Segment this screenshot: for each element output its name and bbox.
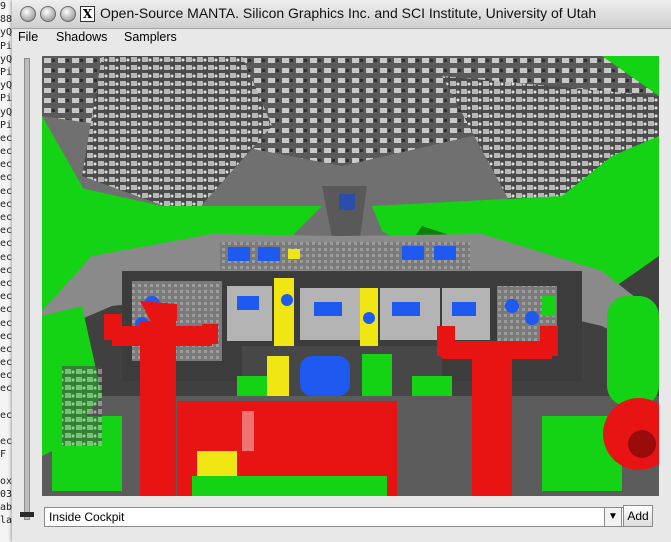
- add-camera-button[interactable]: Add: [623, 505, 653, 527]
- terminal-line: la: [0, 515, 12, 527]
- terminal-line: ec: [0, 132, 12, 144]
- terminal-line: ec: [0, 212, 12, 223]
- mode-control-panel: [220, 242, 470, 270]
- terminal-line: ec: [0, 343, 12, 355]
- terminal-line: ec: [0, 436, 12, 448]
- terminal-line: ec: [0, 357, 12, 369]
- terminal-line: ec: [0, 330, 12, 342]
- right-side-wall: [607, 296, 659, 406]
- terminal-line: ec: [0, 185, 12, 197]
- title-bar[interactable]: X Open-Source MANTA. Silicon Graphics In…: [12, 0, 671, 29]
- left-yoke-column: [140, 321, 176, 496]
- terminal-line: ec: [0, 291, 12, 303]
- minimize-window-button[interactable]: [40, 6, 56, 22]
- yellow-standby-gauge-left: [274, 278, 294, 348]
- terminal-line: F: [0, 449, 7, 461]
- background-terminal: 9 88 yQ Pi yQ Pi yQ Pi yQ Pi ec ec ec ec ec ec ec ec ec ec e…: [0, 0, 12, 542]
- menu-file[interactable]: File: [18, 30, 38, 44]
- terminal-line: ec: [0, 383, 12, 395]
- x11-icon: X: [80, 6, 95, 22]
- terminal-line: Pi: [0, 40, 12, 52]
- camera-select[interactable]: Inside Cockpit: [44, 507, 624, 527]
- terminal-line: 9: [0, 1, 7, 12]
- terminal-line: ec: [0, 159, 12, 171]
- menu-shadows[interactable]: Shadows: [56, 30, 107, 44]
- zoom-window-button[interactable]: [60, 6, 76, 22]
- terminal-line: ec: [0, 238, 12, 250]
- terminal-line: 03: [0, 488, 12, 500]
- terminal-line: yQ: [0, 80, 12, 92]
- bottom-controls: Inside Cockpit ▼ Add: [12, 500, 671, 542]
- display-1: [227, 286, 272, 341]
- terminal-line: ec: [0, 264, 12, 276]
- terminal-line: yQ: [0, 53, 12, 65]
- terminal-line: ec: [0, 370, 12, 382]
- terminal-line: ox: [0, 475, 12, 487]
- terminal-line: Pi: [0, 93, 12, 105]
- dropdown-arrow-icon[interactable]: ▼: [604, 507, 622, 527]
- terminal-line: ec: [0, 198, 12, 210]
- terminal-line: ec: [0, 225, 12, 237]
- terminal-line: yQ: [0, 27, 12, 39]
- terminal-line: 88: [0, 14, 12, 26]
- terminal-line: yQ: [0, 106, 12, 118]
- manta-window: X Open-Source MANTA. Silicon Graphics In…: [12, 0, 671, 542]
- terminal-line: ec: [0, 304, 12, 316]
- render-viewport[interactable]: [42, 56, 659, 496]
- terminal-line: ec: [0, 172, 12, 184]
- terminal-line: Pi: [0, 119, 12, 131]
- compass-icon: [339, 194, 355, 210]
- terminal-line: ec: [0, 277, 12, 289]
- terminal-line: ab: [0, 502, 12, 514]
- terminal-line: ect: [0, 409, 12, 421]
- right-yoke-column: [472, 351, 512, 496]
- window-title: Open-Source MANTA. Silicon Graphics Inc.…: [100, 5, 597, 21]
- terminal-line: ec: [0, 251, 12, 263]
- close-window-button[interactable]: [20, 6, 36, 22]
- vertical-slider-track[interactable]: [24, 58, 30, 520]
- menu-bar: File Shadows Samplers: [12, 29, 671, 48]
- terminal-line: ec: [0, 146, 12, 158]
- terminal-line: ec: [0, 317, 12, 329]
- menu-samplers[interactable]: Samplers: [124, 30, 177, 44]
- center-knob-cluster: [300, 356, 350, 396]
- terminal-line: Pi: [0, 66, 12, 78]
- camera-select-value: Inside Cockpit: [49, 510, 125, 524]
